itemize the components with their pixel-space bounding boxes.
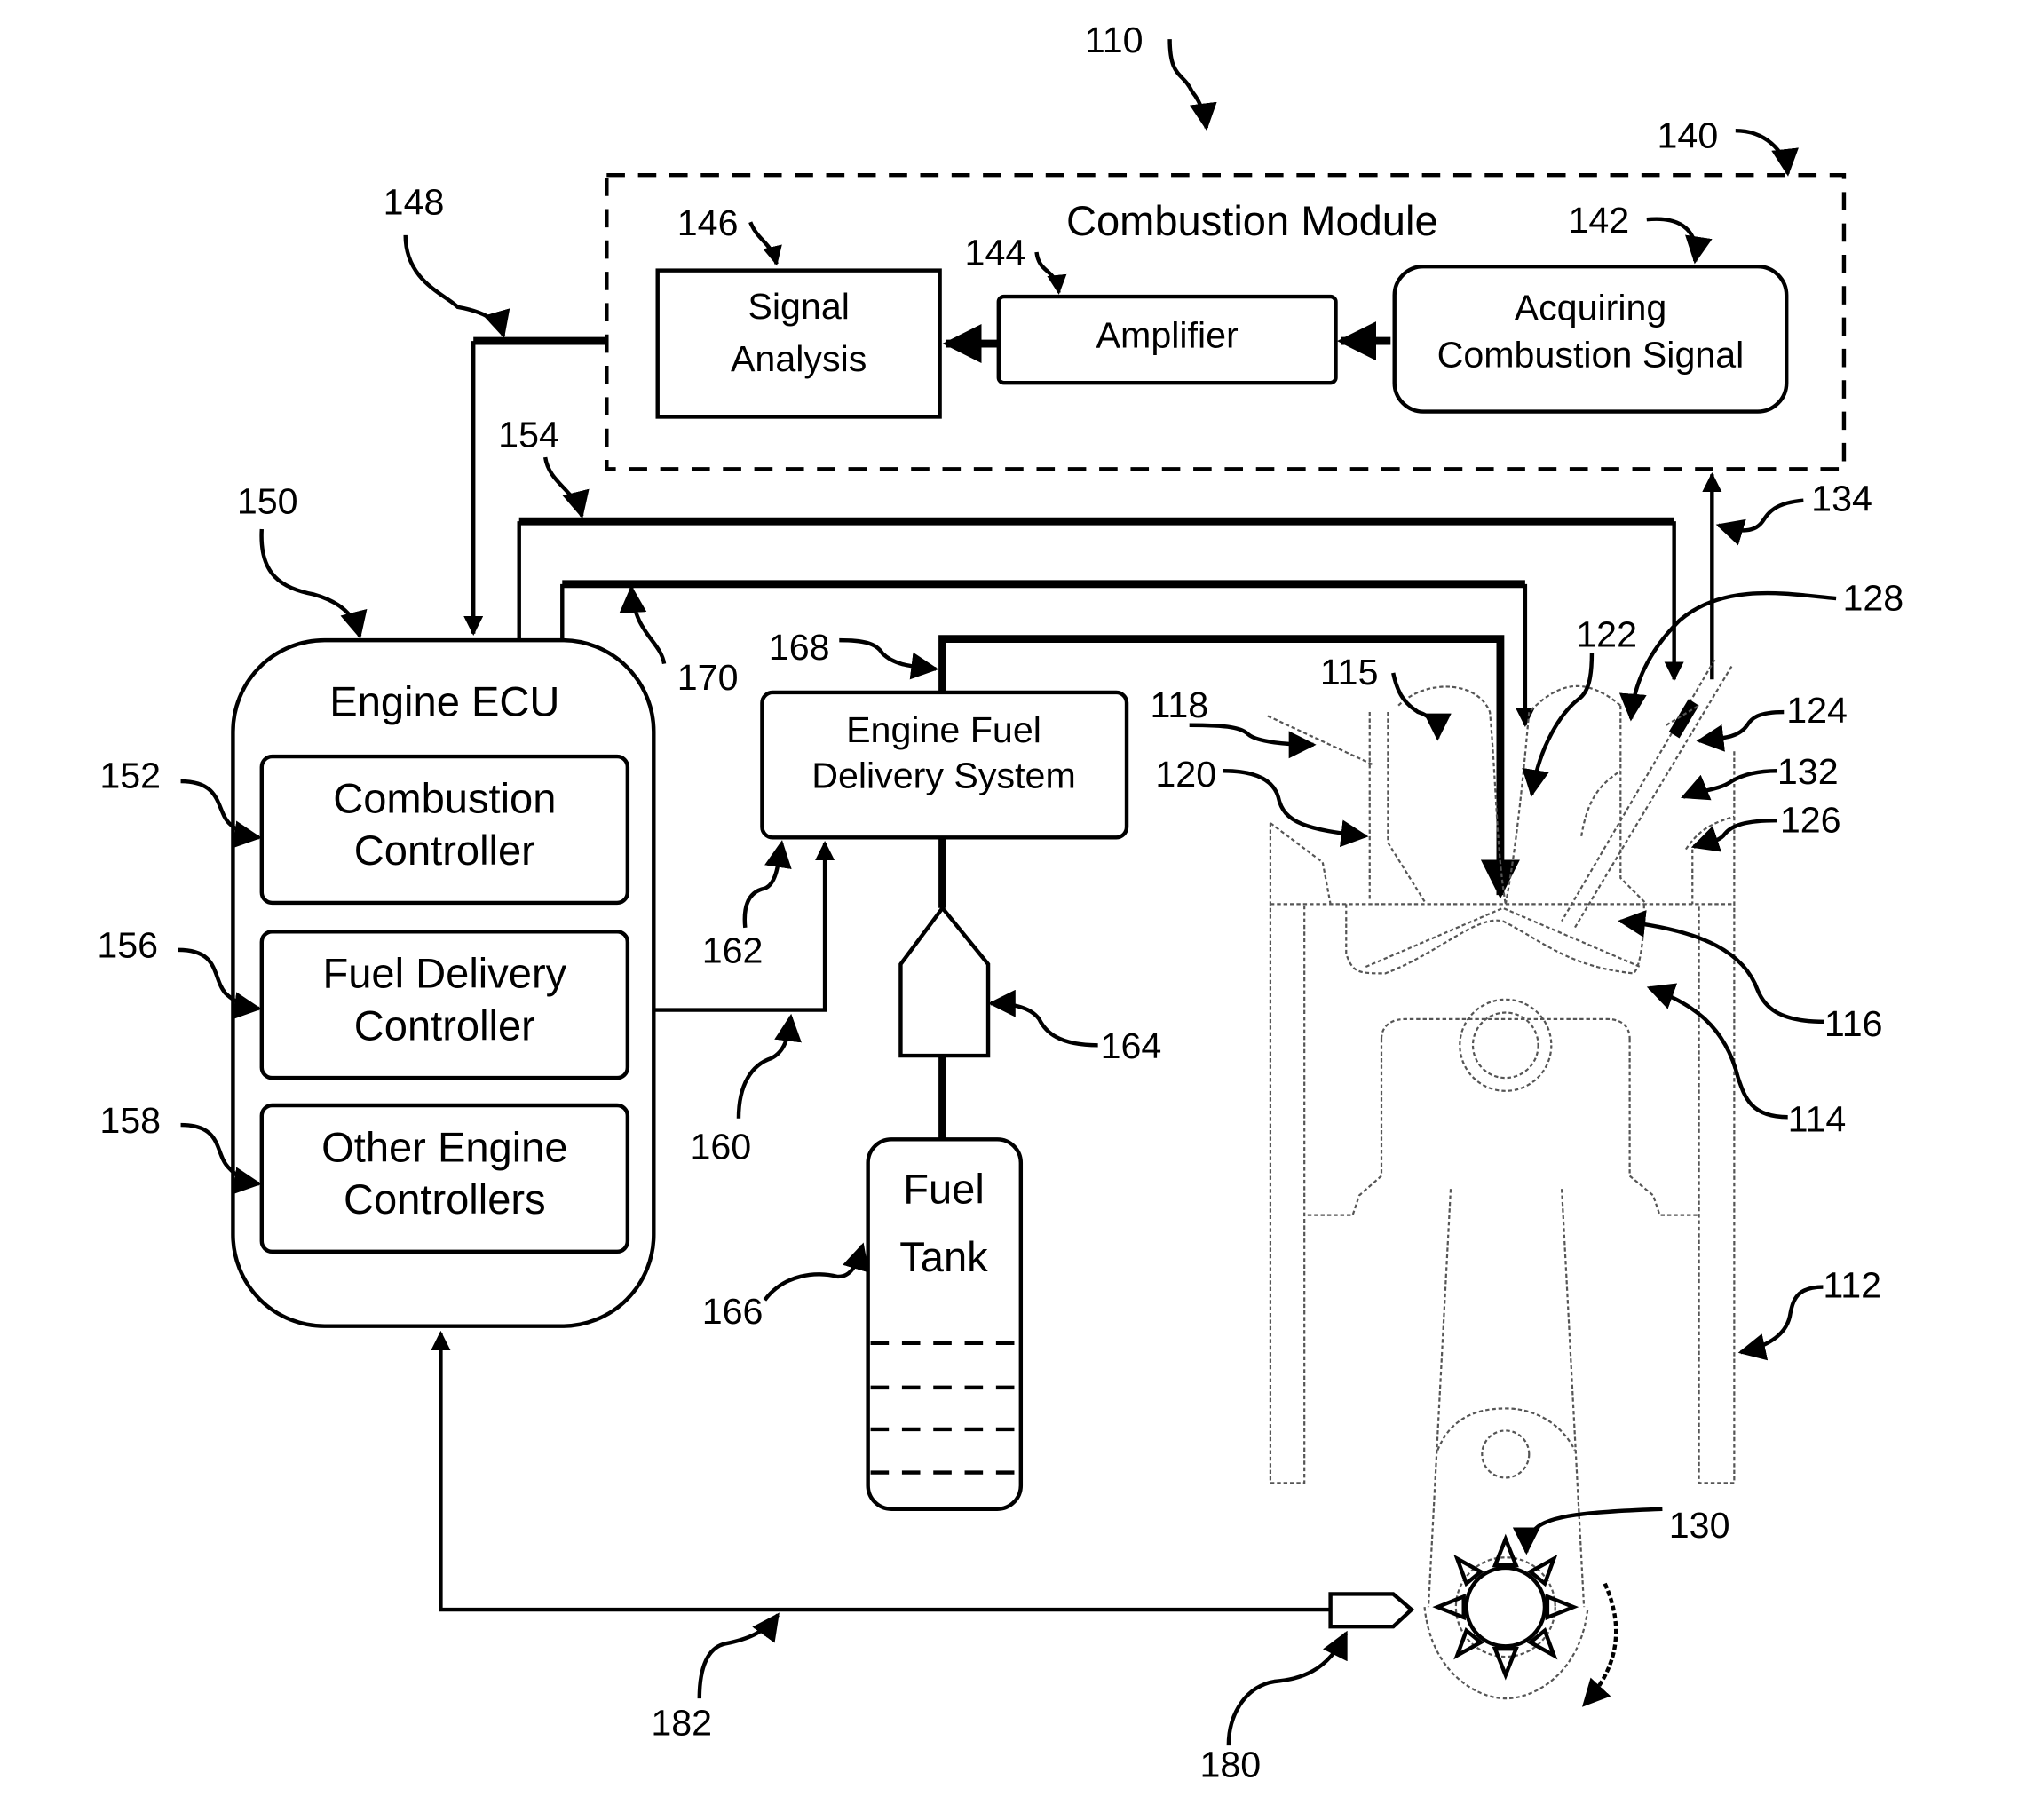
engine-ecu-title: Engine ECU [329,677,559,724]
block-label: Engine Fuel [846,709,1041,750]
reference-numeral: 154 [498,414,559,455]
reference-numeral: 124 [1786,690,1848,731]
block-label: Other Engine [321,1123,567,1170]
block-label: Combustion [333,774,556,821]
reference-numeral: 152 [99,755,161,795]
reference-numeral: 122 [1576,613,1637,654]
crank-sensor[interactable] [1328,1592,1415,1629]
reference-numeral: 180 [1199,1744,1261,1784]
reference-numeral: 148 [384,181,445,222]
block-label: Tank [899,1233,988,1280]
acquiring-combustion-signal-block[interactable]: Acquiring Combustion Signal [1392,265,1789,414]
reference-numeral: 164 [1101,1025,1162,1066]
block-label: Controller [354,1001,535,1048]
block-label: Analysis [731,338,867,379]
crank-wheel [1432,1533,1618,1707]
reference-numeral: 166 [702,1291,764,1332]
engine-control-diagram: 110 Combustion Module 140 Signal Analysi… [97,20,1903,1785]
combustion-module: Combustion Module 140 Signal Analysis 14… [605,115,1847,471]
reference-numeral: 115 [1320,652,1379,692]
reference-numeral: 118 [1151,684,1209,725]
reference-numeral: 168 [769,627,830,668]
reference-numeral: 114 [1788,1098,1847,1139]
other-engine-controllers-block[interactable]: Other Engine Controllers [259,1103,630,1254]
amplifier-block[interactable]: Amplifier [996,294,1338,385]
reference-numeral: 170 [677,657,739,698]
reference-numeral: 160 [691,1126,752,1167]
reference-numeral: 134 [1811,478,1872,518]
reference-numeral: 142 [1568,200,1629,241]
reference-numeral: 132 [1777,751,1839,792]
block-label: Combustion Signal [1437,335,1745,376]
reference-numeral: 140 [1658,115,1719,155]
combustion-controller-block[interactable]: Combustion Controller [259,754,630,906]
reference-numeral: 150 [237,480,298,521]
fuel-tank[interactable]: Fuel Tank [866,1137,1024,1511]
reference-numeral: 110 [1085,20,1144,60]
reference-numeral: 116 [1824,1003,1883,1044]
engine-fuel-delivery-system-block[interactable]: Engine Fuel Delivery System [760,690,1129,840]
block-label: Signal [748,286,850,327]
block-label: Fuel Delivery [322,950,566,997]
signal-analysis-block[interactable]: Signal Analysis [655,268,942,419]
signal-148-line: 148 [384,181,607,636]
rotation-arrow-icon [1582,1582,1618,1707]
reference-numeral: 162 [702,930,764,971]
engine-ecu: Engine ECU 150 Combustion Controller 152… [97,480,656,1328]
reference-numeral: 112 [1823,1264,1881,1305]
block-label: Controller [354,827,535,874]
reference-numeral: 182 [651,1702,712,1743]
block-label: Fuel [903,1165,985,1212]
figure-ref-110: 110 [1085,20,1217,131]
reference-numeral: 120 [1155,754,1216,795]
reference-numeral: 126 [1780,799,1841,840]
reference-numeral: 146 [677,202,739,243]
fuel-delivery-controller-block[interactable]: Fuel Delivery Controller [259,930,630,1080]
block-label: Acquiring [1515,288,1667,328]
reference-numeral: 144 [965,233,1026,273]
reference-numeral: 128 [1842,577,1903,618]
combustion-sensor [1561,659,1733,929]
block-label: Amplifier [1096,314,1239,355]
signal-160-line: 160 [653,841,835,1167]
block-label: Controllers [344,1175,546,1223]
reference-numeral: 158 [99,1100,161,1141]
reference-numeral: 156 [97,925,158,966]
fuel-pump[interactable] [898,837,991,1140]
reference-numeral: 130 [1669,1505,1730,1546]
block-label: Delivery System [811,755,1076,795]
combustion-module-title: Combustion Module [1066,197,1438,244]
